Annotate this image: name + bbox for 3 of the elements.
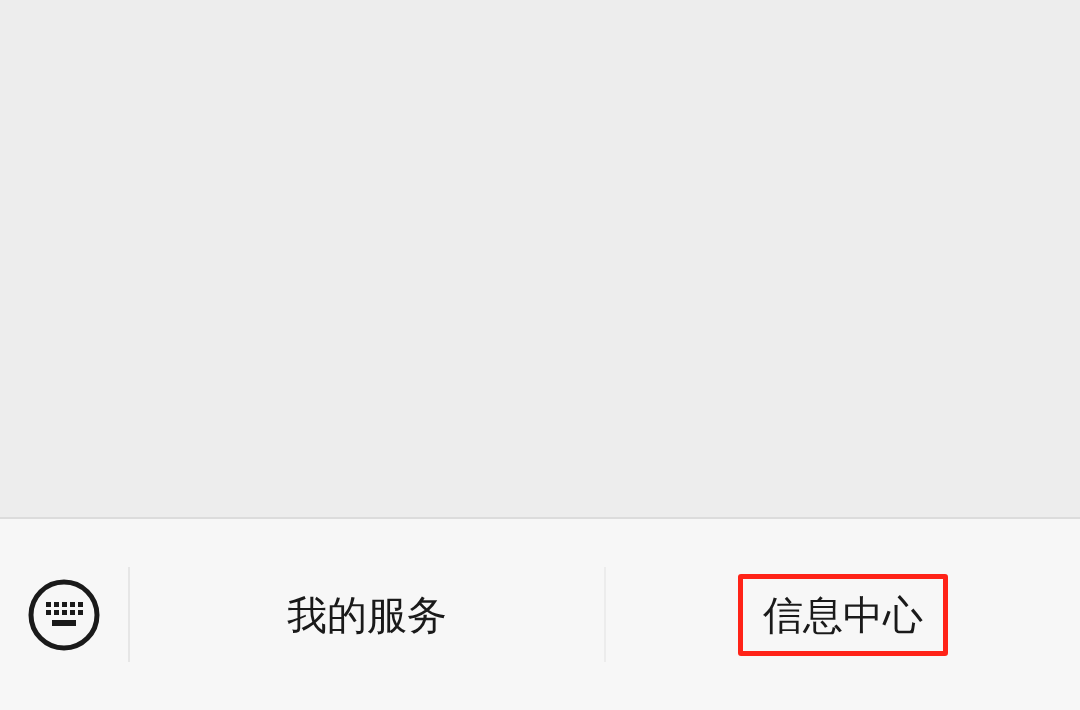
menu-item[interactable]: 我的服务 [262, 573, 472, 656]
keyboard-icon[interactable] [27, 577, 101, 652]
menu-item[interactable]: 信息中心 [738, 573, 948, 656]
